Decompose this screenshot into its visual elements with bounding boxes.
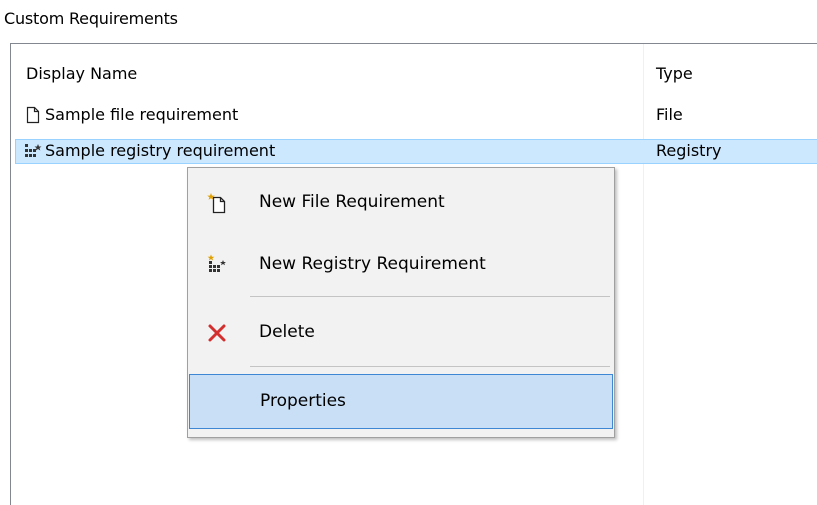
section-title: Custom Requirements bbox=[4, 9, 178, 28]
file-icon bbox=[24, 106, 42, 124]
column-header-type[interactable]: Type bbox=[656, 64, 693, 83]
menu-item-label: New File Requirement bbox=[259, 192, 445, 212]
list-item-type: Registry bbox=[656, 141, 722, 160]
menu-separator bbox=[250, 296, 610, 297]
context-menu: New File Requirement New Registry Requir… bbox=[187, 167, 615, 438]
column-header-display-name[interactable]: Display Name bbox=[26, 64, 137, 83]
menu-separator bbox=[250, 366, 610, 367]
list-item[interactable]: Sample file requirement File bbox=[15, 103, 817, 128]
requirements-panel: Custom Requirements Display Name Type Sa… bbox=[0, 0, 817, 505]
menu-item-new-file-requirement[interactable]: New File Requirement bbox=[190, 182, 612, 222]
registry-icon bbox=[24, 142, 42, 160]
list-item-type: File bbox=[656, 105, 683, 124]
list-item-selected[interactable]: Sample registry requirement Registry bbox=[15, 139, 817, 164]
list-item-name: Sample file requirement bbox=[45, 105, 239, 124]
list-item-name: Sample registry requirement bbox=[45, 141, 276, 160]
new-file-icon bbox=[206, 192, 228, 214]
list-header: Display Name Type bbox=[11, 44, 817, 98]
menu-item-label: New Registry Requirement bbox=[259, 254, 486, 274]
menu-item-properties[interactable]: Properties bbox=[189, 374, 613, 429]
menu-item-new-registry-requirement[interactable]: New Registry Requirement bbox=[190, 244, 612, 284]
new-registry-icon bbox=[206, 254, 228, 276]
menu-item-delete[interactable]: Delete bbox=[190, 312, 612, 352]
menu-item-label: Delete bbox=[259, 322, 315, 342]
delete-icon bbox=[206, 322, 228, 344]
menu-item-label: Properties bbox=[260, 391, 346, 411]
